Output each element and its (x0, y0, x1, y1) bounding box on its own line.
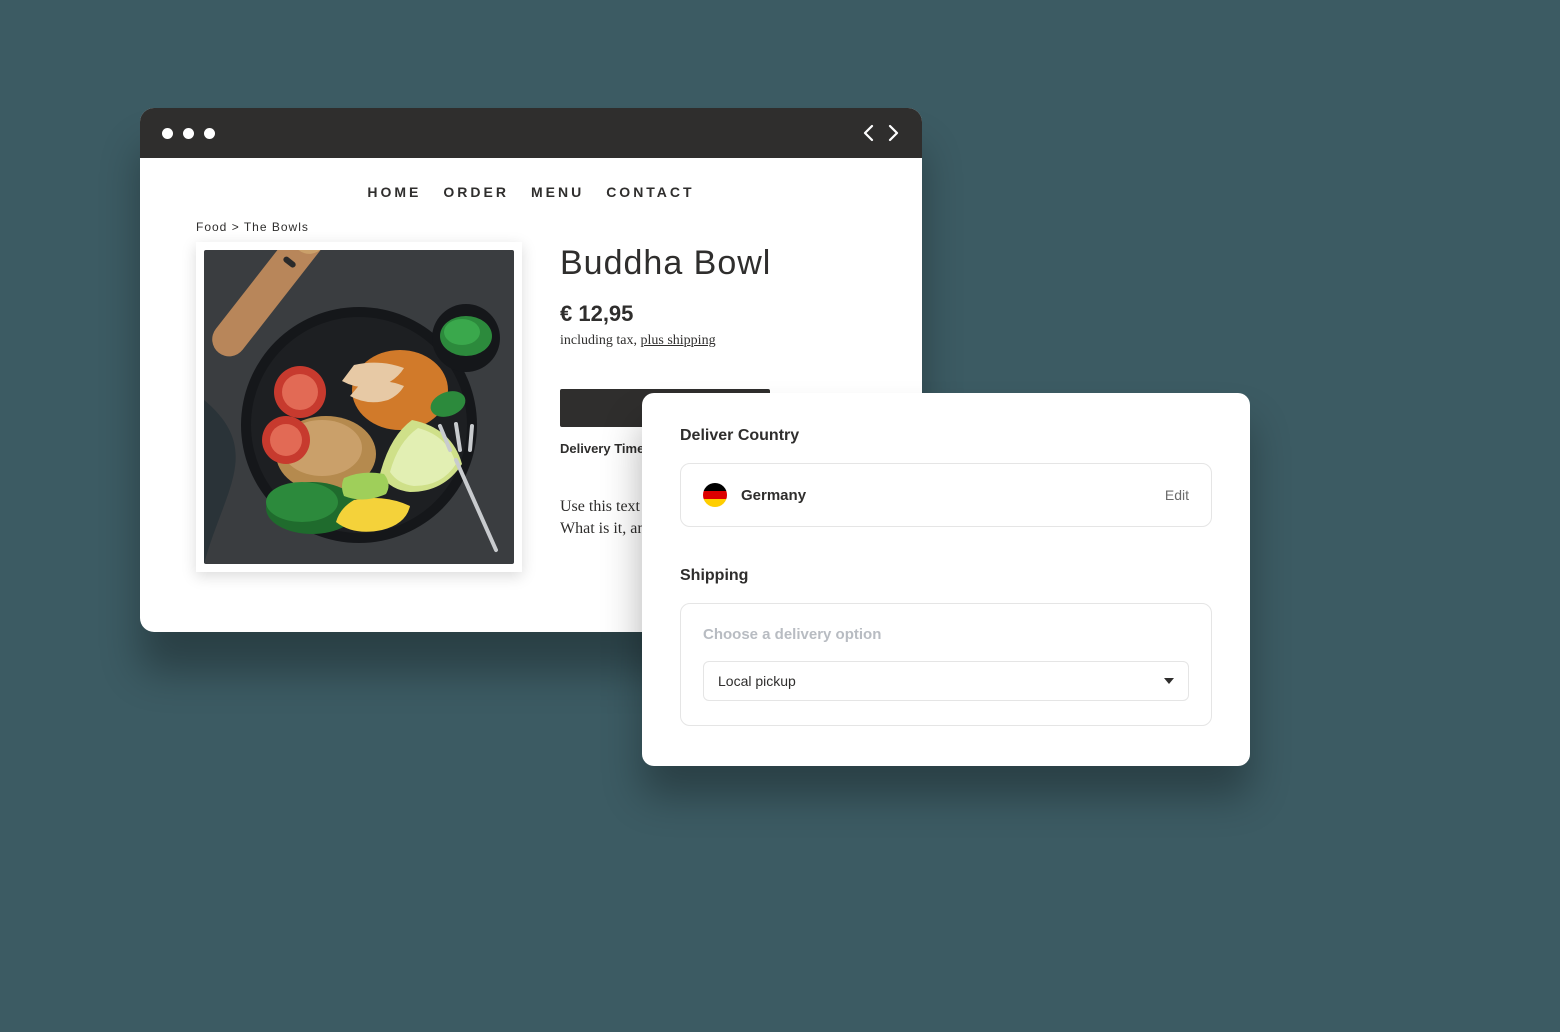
chevron-left-icon (862, 124, 876, 142)
nav-item-contact[interactable]: CONTACT (606, 184, 694, 200)
checkout-card: Deliver Country Germany Edit Shipping Ch… (642, 393, 1250, 766)
breadcrumb-sep: > (232, 220, 240, 234)
nav-arrows (862, 124, 900, 142)
deliver-country-heading: Deliver Country (680, 427, 1212, 445)
delivery-option-label: Choose a delivery option (703, 626, 1189, 643)
country-name: Germany (741, 487, 806, 504)
window-dot[interactable] (162, 128, 173, 139)
window-dot[interactable] (204, 128, 215, 139)
breadcrumb-root[interactable]: Food (196, 220, 227, 234)
shipping-heading: Shipping (680, 567, 1212, 585)
shipping-link[interactable]: plus shipping (641, 333, 716, 348)
product-price: € 12,95 (560, 301, 866, 327)
chevron-right-icon (886, 124, 900, 142)
germany-flag-icon (703, 483, 727, 507)
selected-delivery-option: Local pickup (718, 673, 796, 689)
breadcrumb-current[interactable]: The Bowls (244, 220, 309, 234)
nav-item-menu[interactable]: MENU (531, 184, 584, 200)
back-button[interactable] (862, 124, 876, 142)
product-image (204, 250, 514, 564)
bowl-illustration-icon (204, 250, 514, 564)
tax-prefix: including tax, (560, 333, 641, 348)
caret-down-icon (1164, 678, 1174, 684)
nav-item-home[interactable]: HOME (367, 184, 421, 200)
country-row: Germany Edit (680, 463, 1212, 527)
breadcrumb: Food > The Bowls (140, 220, 922, 242)
nav-item-order[interactable]: ORDER (443, 184, 509, 200)
window-dot[interactable] (183, 128, 194, 139)
window-titlebar (140, 108, 922, 158)
window-controls (162, 128, 215, 139)
forward-button[interactable] (886, 124, 900, 142)
edit-country-button[interactable]: Edit (1165, 487, 1189, 503)
product-image-frame (196, 242, 522, 572)
tax-note: including tax, plus shipping (560, 333, 866, 349)
country-display: Germany (703, 483, 806, 507)
product-title: Buddha Bowl (560, 244, 866, 283)
shipping-box: Choose a delivery option Local pickup (680, 603, 1212, 726)
main-nav: HOME ORDER MENU CONTACT (140, 158, 922, 220)
delivery-option-select[interactable]: Local pickup (703, 661, 1189, 701)
